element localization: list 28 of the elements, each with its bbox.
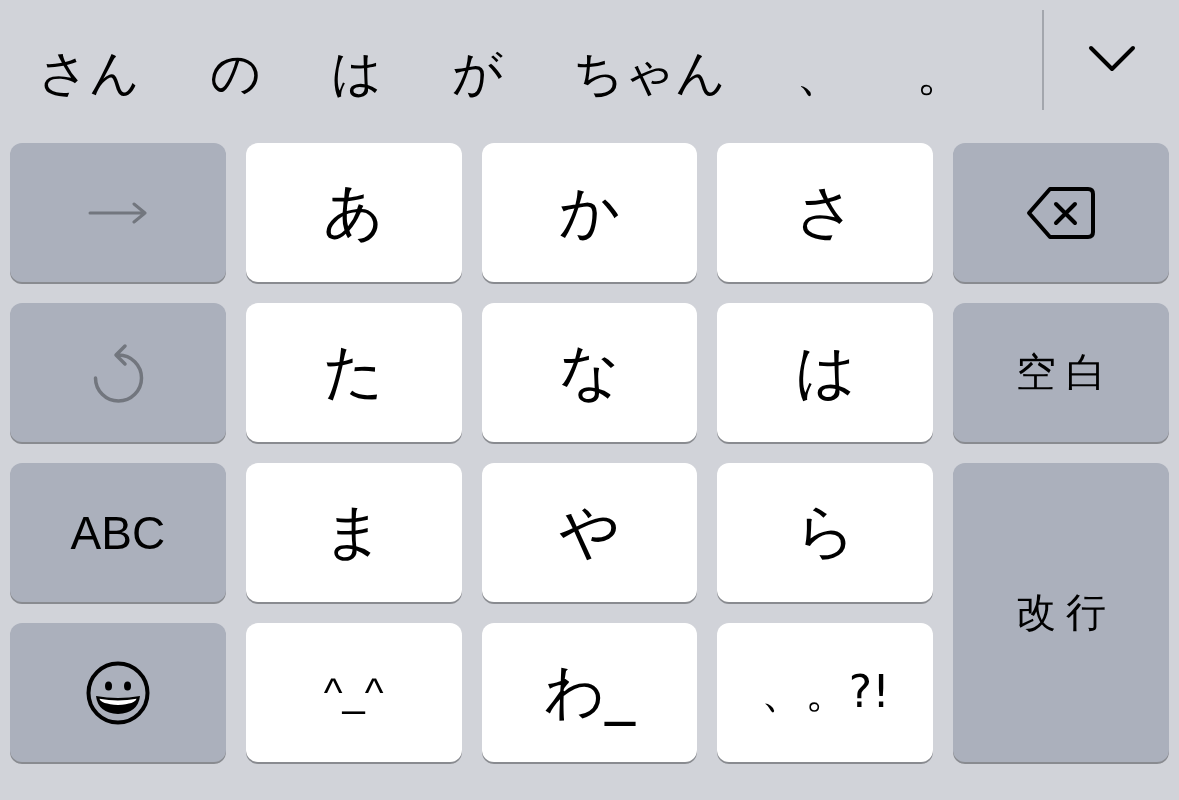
kana-key[interactable]: ま [245,463,462,602]
kana-key[interactable]: か [481,143,698,282]
kana-key[interactable]: た [245,303,462,442]
kana-key[interactable]: や [481,463,698,602]
chevron-down-icon[interactable] [1088,45,1136,73]
suggestion-candidate[interactable]: ちゃん [573,42,726,103]
kana-key[interactable]: さ [717,143,934,282]
kana-key[interactable]: あ [245,143,462,282]
emoji-key[interactable] [10,623,226,762]
emoticon-key[interactable]: ^_^ [245,623,462,762]
suggestion-candidate[interactable]: は [331,42,382,103]
delete-key[interactable] [953,143,1169,282]
kana-key[interactable]: わ_ [481,623,698,762]
kana-key[interactable]: は [717,303,934,442]
arrow-right-icon [87,201,148,224]
suggestion-candidate[interactable]: の [210,42,261,103]
suggestion-candidate[interactable]: 。 [916,42,966,103]
smiley-face-icon [85,660,150,725]
return-key[interactable]: 改行 [953,463,1169,762]
mode-key[interactable]: ABC [10,463,226,602]
suggestion-candidate[interactable]: 、 [796,42,846,103]
space-key[interactable]: 空白 [953,303,1169,442]
kana-key[interactable]: ら [717,463,934,602]
suggestion-candidate[interactable]: が [452,42,503,103]
undo-icon [91,342,144,403]
kana-key[interactable]: な [481,303,698,442]
punctuation-key[interactable]: 、。?! [717,623,934,762]
suggestion-candidate[interactable]: さん [38,42,140,103]
